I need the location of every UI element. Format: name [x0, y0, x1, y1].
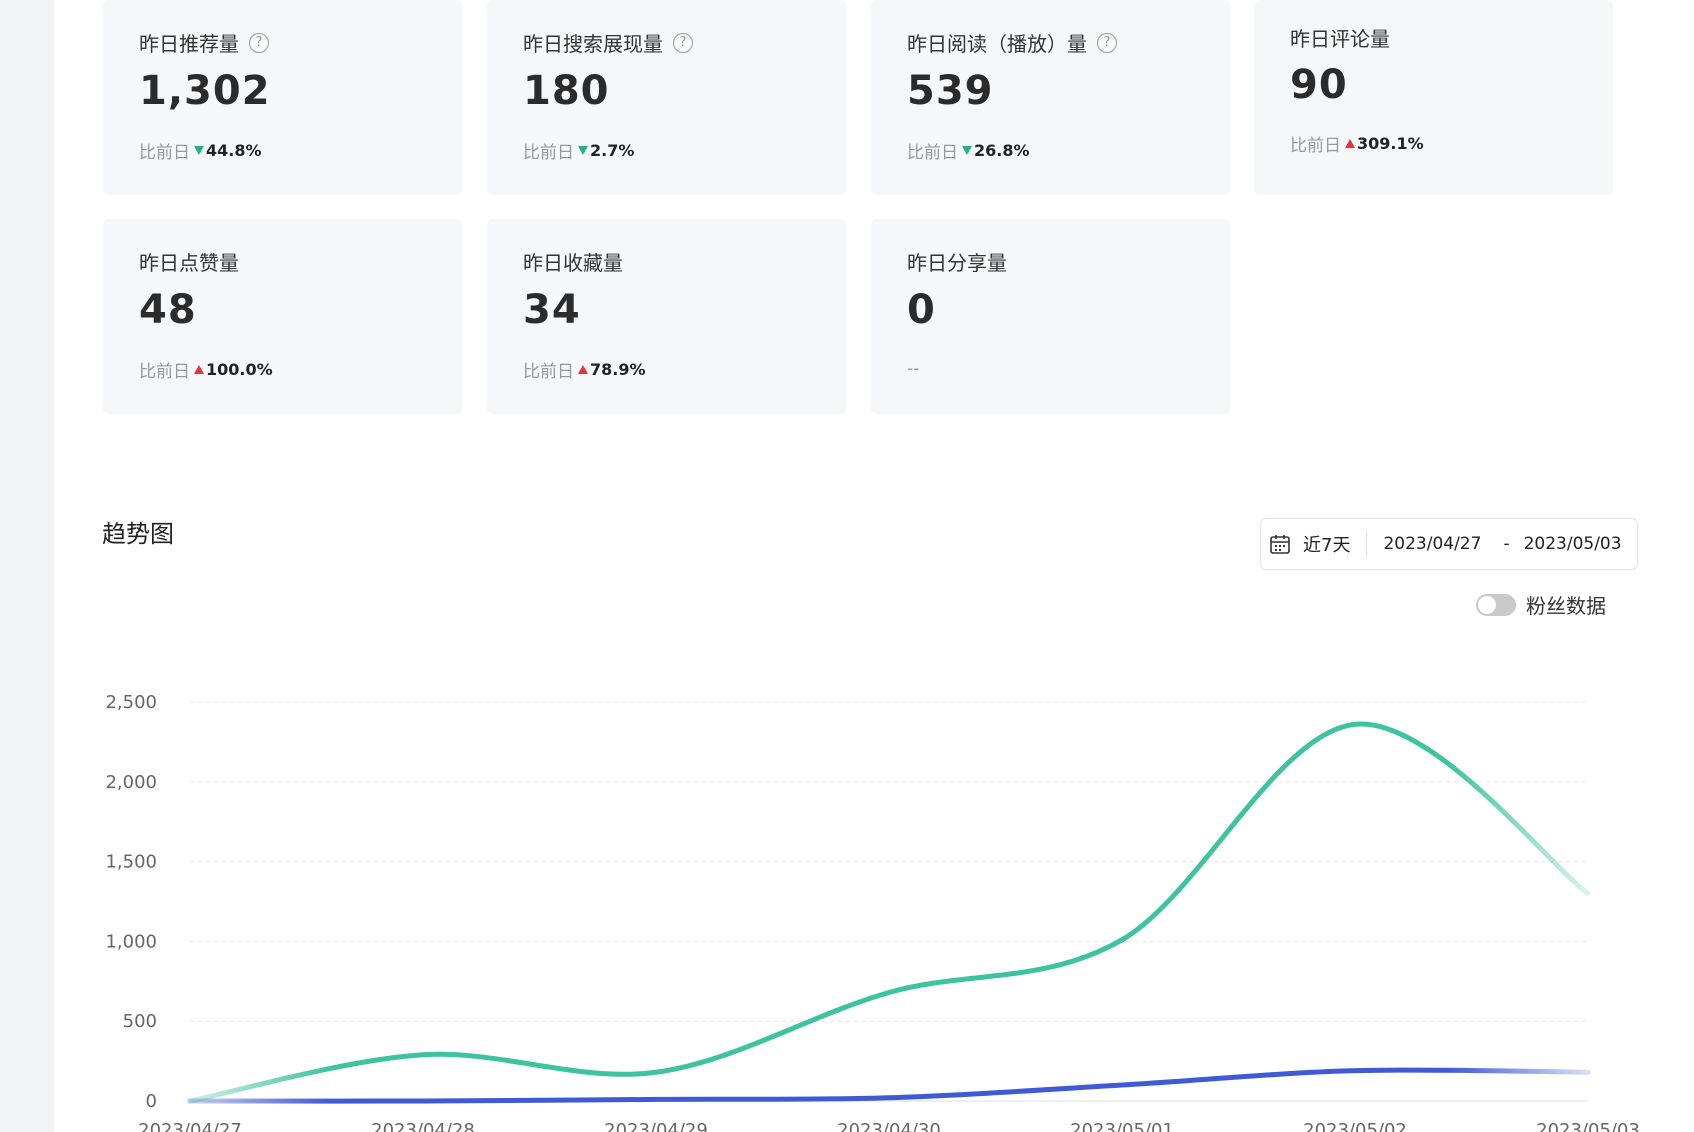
y-tick-label: 1,500 [105, 852, 157, 873]
y-tick-label: 2,000 [105, 772, 157, 793]
y-tick-label: 0 [146, 1091, 157, 1112]
x-tick-label: 2023/04/29 [604, 1120, 708, 1132]
x-tick-label: 2023/04/27 [138, 1120, 242, 1132]
trend-chart: 0 500 1,000 1,500 2,000 2,500 2023/04/27 2023/0… [105, 692, 1640, 1132]
y-tick-label: 500 [123, 1011, 157, 1032]
x-tick-label: 2023/04/28 [371, 1120, 475, 1132]
series-line-0[interactable] [187, 721, 1591, 1104]
y-tick-label: 1,000 [105, 931, 157, 952]
x-tick-label: 2023/05/01 [1070, 1120, 1174, 1132]
series-line-1[interactable] [187, 1067, 1591, 1104]
y-tick-label: 2,500 [105, 692, 157, 713]
x-tick-label: 2023/04/30 [837, 1120, 941, 1132]
x-tick-label: 2023/05/03 [1536, 1120, 1640, 1132]
x-tick-label: 2023/05/02 [1303, 1120, 1407, 1132]
